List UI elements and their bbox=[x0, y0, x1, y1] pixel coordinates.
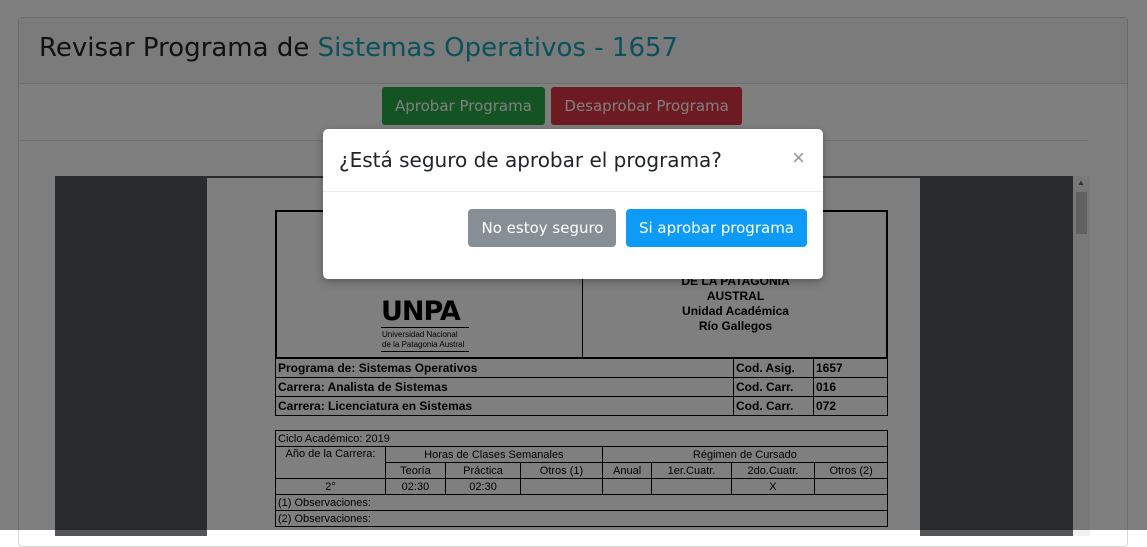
dialog-footer: No estoy seguro Si aprobar programa bbox=[463, 209, 807, 247]
dialog-title: ¿Está seguro de aprobar el programa? bbox=[339, 148, 722, 172]
confirm-dialog: ¿Está seguro de aprobar el programa? × N… bbox=[323, 129, 823, 279]
cancel-button[interactable]: No estoy seguro bbox=[468, 209, 617, 247]
confirm-approve-button[interactable]: Si aprobar programa bbox=[625, 209, 807, 247]
dialog-header: ¿Está seguro de aprobar el programa? × bbox=[323, 129, 823, 192]
close-icon[interactable]: × bbox=[792, 147, 805, 169]
